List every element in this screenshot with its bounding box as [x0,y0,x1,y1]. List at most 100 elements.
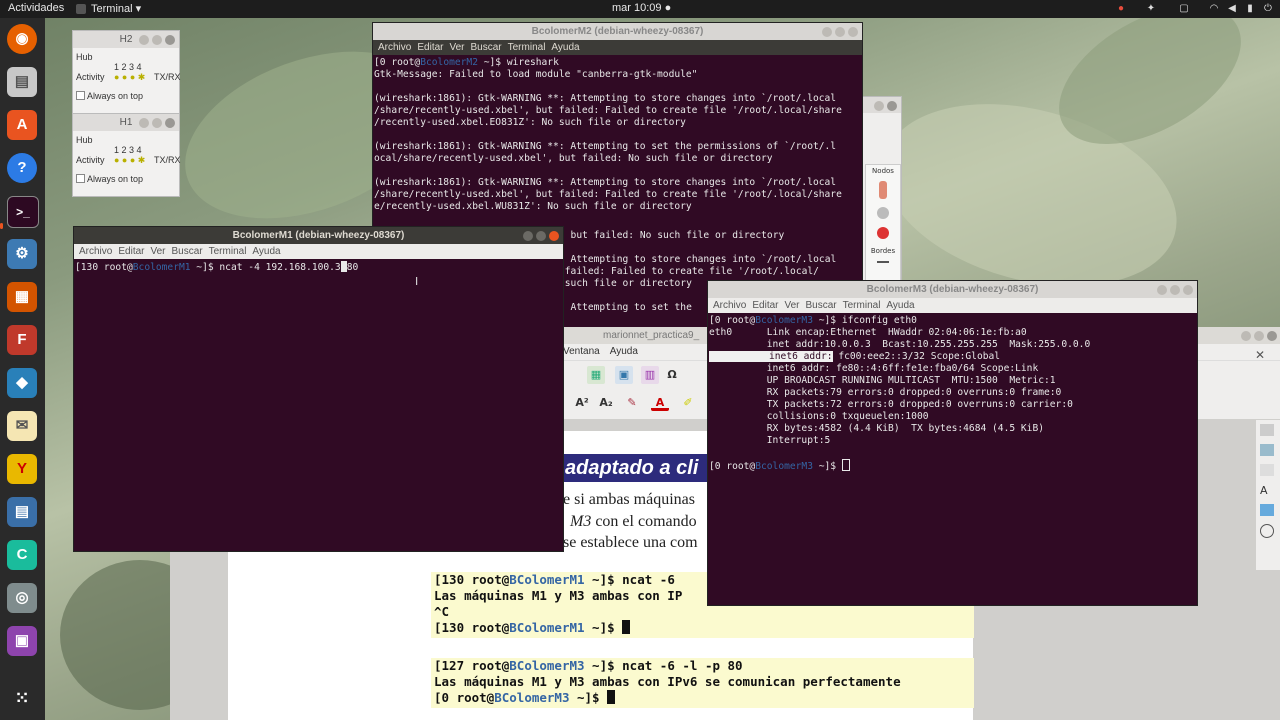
app-c-icon[interactable]: C [7,540,37,570]
app-y-icon[interactable]: Y [7,454,37,484]
close-button[interactable] [1183,285,1193,295]
close-button[interactable] [165,35,175,45]
cable-icon[interactable] [877,261,889,269]
terminal-output[interactable]: [0 root@BcolomerM2 ~]$ wireshark Gtk-Mes… [373,55,862,213]
menu-editar[interactable]: Editar [752,300,778,311]
window-titlebar[interactable]: BcolomerM2 (debian-wheezy-08367) [373,23,862,40]
minimize-button[interactable] [822,27,832,37]
menu-ver[interactable]: Ver [784,300,799,311]
menu-ver[interactable]: Ver [449,42,464,53]
maximize-button[interactable] [1170,285,1180,295]
menu-ayuda[interactable]: Ayuda [886,300,914,311]
terminal-icon[interactable]: >_ [7,196,39,228]
menu-terminal[interactable]: Terminal [843,300,881,311]
maximize-button[interactable] [152,118,162,128]
clear-format-icon[interactable]: ✎ [623,394,641,412]
superscript-icon[interactable]: A² [573,394,591,412]
output-line: UP BROADCAST RUNNING MULTICAST MTU:1500 … [766,375,1056,386]
window-titlebar[interactable]: BcolomerM1 (debian-wheezy-08367) [74,227,563,244]
menu-ayuda[interactable]: Ayuda [252,246,280,257]
prompt-command: ~]$ [812,461,842,472]
styles-icon[interactable] [1260,444,1274,456]
clock[interactable]: mar 10:09 ● [612,2,671,14]
help-icon[interactable]: ? [7,153,37,183]
always-on-top-checkbox[interactable] [76,91,85,100]
menu-buscar[interactable]: Buscar [806,300,837,311]
diagram-icon[interactable]: ▦ [7,282,37,312]
software-center-icon[interactable]: A [7,110,37,140]
activities-button[interactable]: Actividades [8,2,64,14]
highlight-icon[interactable]: ✐ [679,394,697,412]
minimize-button[interactable] [1157,285,1167,295]
machine-icon[interactable] [879,181,887,199]
menu-archivo[interactable]: Archivo [713,300,746,311]
minimize-button[interactable] [523,231,533,241]
network-tool-icon[interactable]: ⚙ [7,239,37,269]
writer-icon[interactable]: ▤ [7,497,37,527]
close-button[interactable] [549,231,559,241]
menu-terminal[interactable]: Terminal [508,42,546,53]
menu-buscar[interactable]: Buscar [172,246,203,257]
files-icon[interactable]: ▤ [7,67,37,97]
close-button[interactable] [848,27,858,37]
font-color-icon[interactable]: A [651,394,669,411]
menu-editar[interactable]: Editar [417,42,443,53]
menu-ayuda[interactable]: Ayuda [551,42,579,53]
disk-icon[interactable]: ◎ [7,583,37,613]
power-menu-icon[interactable]: ⏻ [1262,3,1274,15]
window-titlebar[interactable]: H2 [73,31,179,48]
menu-ayuda[interactable]: Ayuda [610,346,638,357]
tool-icon[interactable]: F [7,325,37,355]
record-icon[interactable]: ● [1115,3,1127,15]
show-apps-icon[interactable]: ⁙ [7,683,37,713]
maximize-button[interactable] [536,231,546,241]
maximize-button[interactable] [152,35,162,45]
window-titlebar[interactable] [861,97,901,113]
subscript-icon[interactable]: A₂ [597,394,615,412]
gallery-icon[interactable] [1260,464,1274,476]
menu-ver[interactable]: Ver [150,246,165,257]
clipboard-icon[interactable]: ▢ [1178,3,1190,15]
close-button[interactable] [1267,331,1277,341]
navigator-icon[interactable]: A [1260,484,1274,497]
window-titlebar[interactable]: H1 [73,114,179,131]
dropbox-icon[interactable]: ✦ [1145,3,1157,15]
special-char-icon[interactable]: Ω [663,366,681,384]
insert-table-icon[interactable]: ▦ [587,366,605,384]
terminal-output[interactable]: [130 root@BcolomerM1 ~]$ ncat -4 192.168… [74,259,563,274]
always-on-top-checkbox[interactable] [76,174,85,183]
minimize-button[interactable] [139,35,149,45]
app-menu[interactable]: Terminal ▾ [91,2,141,15]
text-cursor [607,690,616,704]
insert-chart-icon[interactable]: ▥ [641,366,659,384]
router-icon[interactable] [877,227,889,239]
terminal-output[interactable]: [0 root@BcolomerM3 ~]$ ifconfig eth0 eth… [708,313,1197,473]
menu-terminal[interactable]: Terminal [209,246,247,257]
selected-text[interactable]: inet6 addr: [709,351,833,362]
minimize-button[interactable] [139,118,149,128]
minimize-button[interactable] [1241,331,1251,341]
firefox-icon[interactable]: ◉ [7,24,37,54]
window-titlebar[interactable]: BcolomerM3 (debian-wheezy-08367) [708,281,1197,298]
close-button[interactable] [165,118,175,128]
minimize-button[interactable] [874,101,884,111]
hub-icon[interactable] [877,207,889,219]
battery-icon[interactable]: ▮ [1244,3,1256,15]
insert-image-icon[interactable]: ▣ [615,366,633,384]
maximize-button[interactable] [1254,331,1264,341]
mail-icon[interactable]: ✉ [7,411,37,441]
close-button[interactable] [887,101,897,111]
virtualbox-icon[interactable]: ◆ [7,368,37,398]
wifi-icon[interactable]: ◠ [1208,3,1220,15]
media-icon[interactable]: ▣ [7,626,37,656]
menu-buscar[interactable]: Buscar [471,42,502,53]
manage-changes-icon[interactable] [1260,524,1274,538]
menu-archivo[interactable]: Archivo [378,42,411,53]
menu-ventana[interactable]: Ventana [563,346,600,357]
maximize-button[interactable] [835,27,845,37]
menu-archivo[interactable]: Archivo [79,246,112,257]
menu-editar[interactable]: Editar [118,246,144,257]
volume-icon[interactable]: ◀ [1226,3,1238,15]
properties-icon[interactable] [1260,424,1274,436]
page-icon[interactable] [1260,504,1274,516]
